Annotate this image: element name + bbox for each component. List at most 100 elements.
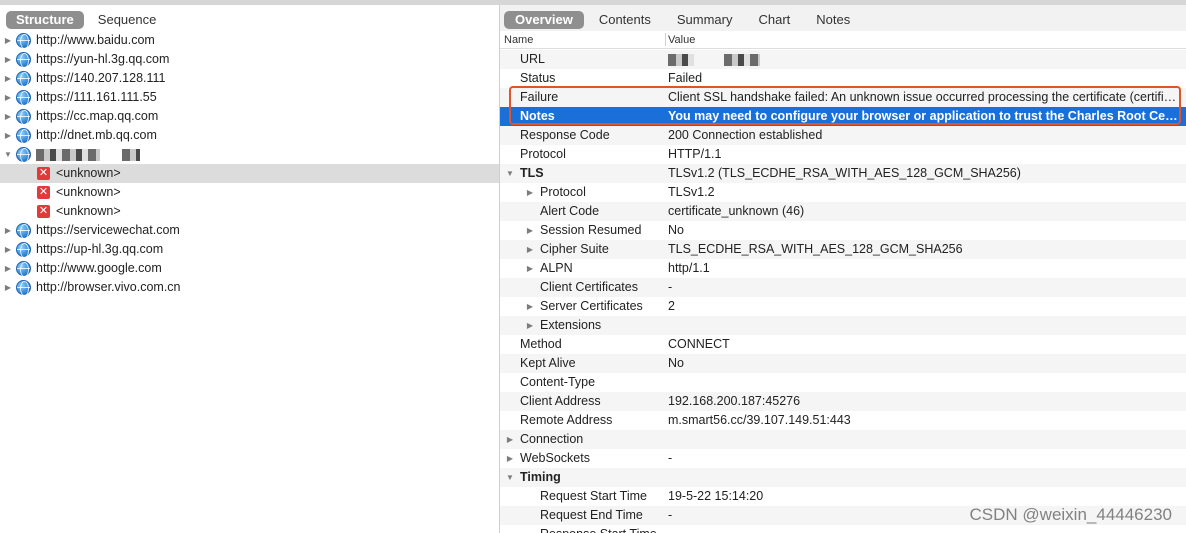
property-row[interactable]: URL	[500, 50, 1186, 69]
property-row[interactable]: ▶ Cipher Suite TLS_ECDHE_RSA_WITH_AES_128_…	[500, 240, 1186, 259]
property-name-cell: Client Certificates	[500, 278, 668, 297]
property-value: http/1.1	[668, 261, 710, 275]
redacted-host-label	[122, 148, 140, 161]
tab-summary[interactable]: Summary	[666, 11, 744, 29]
disclosure-open-icon[interactable]: ▼	[2, 145, 14, 164]
column-value-header[interactable]: Value	[668, 34, 695, 46]
disclosure-closed-icon[interactable]: ▶	[2, 31, 14, 50]
property-name: Extensions	[540, 318, 602, 332]
tab-chart[interactable]: Chart	[748, 11, 802, 29]
globe-icon	[16, 52, 31, 68]
property-row[interactable]: Alert Code certificate_unknown (46)	[500, 202, 1186, 221]
property-name: Timing	[520, 470, 561, 484]
request-label: <unknown>	[56, 166, 121, 180]
host-label: http://www.baidu.com	[36, 33, 155, 47]
property-row[interactable]: ▶ WebSockets -	[500, 449, 1186, 468]
property-value: No	[668, 356, 684, 370]
property-row[interactable]: Client Address 192.168.200.187:45276	[500, 392, 1186, 411]
property-row[interactable]: Status Failed	[500, 69, 1186, 88]
property-name: Request End Time	[540, 508, 643, 522]
disclosure-closed-icon[interactable]: ▶	[2, 240, 14, 259]
tab-contents[interactable]: Contents	[588, 11, 662, 29]
tab-notes[interactable]: Notes	[805, 11, 861, 29]
host-row[interactable]: ▶ https://111.161.111.55	[0, 88, 499, 107]
disclosure-closed-icon[interactable]: ▶	[2, 221, 14, 240]
property-row[interactable]: ▶ Server Certificates 2	[500, 297, 1186, 316]
host-row[interactable]: ▶ http://www.google.com	[0, 259, 499, 278]
request-row[interactable]: ✕ <unknown>	[0, 183, 499, 202]
tab-structure[interactable]: Structure	[6, 11, 84, 29]
property-value: TLSv1.2 (TLS_ECDHE_RSA_WITH_AES_128_GCM_…	[668, 166, 1021, 180]
property-value	[668, 50, 1186, 69]
property-row[interactable]: Request Start Time 19-5-22 15:14:20	[500, 487, 1186, 506]
property-row[interactable]: ▼ TLS TLSv1.2 (TLS_ECDHE_RSA_WITH_AES_128_…	[500, 164, 1186, 183]
property-row[interactable]: Content-Type	[500, 373, 1186, 392]
disclosure-closed-icon[interactable]: ▶	[525, 316, 535, 335]
disclosure-closed-icon[interactable]: ▶	[2, 69, 14, 88]
host-label: https://140.207.128.111	[36, 71, 166, 85]
property-row[interactable]: Response Start Time -	[500, 525, 1186, 533]
property-row[interactable]: ▶ Protocol TLSv1.2	[500, 183, 1186, 202]
disclosure-closed-icon[interactable]: ▶	[505, 449, 515, 468]
disclosure-closed-icon[interactable]: ▶	[2, 107, 14, 126]
property-name: Notes	[520, 109, 555, 123]
property-value: 200 Connection established	[668, 128, 823, 142]
property-row[interactable]: Method CONNECT	[500, 335, 1186, 354]
property-value: Client SSL handshake failed: An unknown …	[668, 90, 1186, 104]
disclosure-closed-icon[interactable]: ▶	[525, 240, 535, 259]
error-icon: ✕	[37, 186, 50, 199]
host-row[interactable]: ▶ http://dnet.mb.qq.com	[0, 126, 499, 145]
property-row[interactable]: ▼ Timing	[500, 468, 1186, 487]
host-row[interactable]: ▶ https://servicewechat.com	[0, 221, 499, 240]
host-row[interactable]: ▶ https://140.207.128.111	[0, 69, 499, 88]
disclosure-closed-icon[interactable]: ▶	[2, 259, 14, 278]
host-row[interactable]: ▶ http://browser.vivo.com.cn	[0, 278, 499, 297]
request-row[interactable]: ✕ <unknown>	[0, 202, 499, 221]
property-name-cell: ▶ Cipher Suite	[500, 240, 668, 259]
property-row[interactable]: Client Certificates -	[500, 278, 1186, 297]
column-separator[interactable]	[665, 33, 666, 46]
host-row[interactable]: ▶ https://cc.map.qq.com	[0, 107, 499, 126]
disclosure-closed-icon[interactable]: ▶	[2, 88, 14, 107]
host-row[interactable]: ▶ http://www.baidu.com	[0, 31, 499, 50]
property-row[interactable]: Protocol HTTP/1.1	[500, 145, 1186, 164]
tab-sequence[interactable]: Sequence	[88, 11, 167, 29]
disclosure-closed-icon[interactable]: ▶	[2, 126, 14, 145]
property-value: m.smart56.cc/39.107.149.51:443	[668, 413, 851, 427]
disclosure-closed-icon[interactable]: ▶	[505, 430, 515, 449]
property-row[interactable]: ▶ Connection	[500, 430, 1186, 449]
property-row[interactable]: Failure Client SSL handshake failed: An u…	[500, 88, 1186, 107]
property-name-cell: ▶ WebSockets	[500, 449, 668, 468]
disclosure-closed-icon[interactable]: ▶	[2, 278, 14, 297]
column-name-header[interactable]: Name	[504, 34, 533, 46]
error-icon: ✕	[37, 205, 50, 218]
tab-overview[interactable]: Overview	[504, 11, 584, 29]
property-row[interactable]: Remote Address m.smart56.cc/39.107.149.51…	[500, 411, 1186, 430]
disclosure-closed-icon[interactable]: ▶	[525, 259, 535, 278]
property-name-cell: Response Code	[500, 126, 668, 145]
property-row[interactable]: Kept Alive No	[500, 354, 1186, 373]
disclosure-open-icon[interactable]: ▼	[505, 468, 515, 487]
property-row[interactable]: Response Code 200 Connection established	[500, 126, 1186, 145]
host-row[interactable]: ▼	[0, 145, 499, 164]
host-row[interactable]: ▶ https://up-hl.3g.qq.com	[0, 240, 499, 259]
disclosure-closed-icon[interactable]: ▶	[2, 50, 14, 69]
request-row[interactable]: ✕ <unknown>	[0, 164, 499, 183]
property-row[interactable]: ▶ ALPN http/1.1	[500, 259, 1186, 278]
property-row[interactable]: ▶ Extensions	[500, 316, 1186, 335]
property-name: ALPN	[540, 261, 573, 275]
disclosure-closed-icon[interactable]: ▶	[525, 297, 535, 316]
property-name-cell: Failure	[500, 88, 668, 107]
globe-icon	[16, 33, 31, 49]
detail-pane: Overview Contents Summary Chart Notes Name V…	[500, 5, 1186, 533]
disclosure-closed-icon[interactable]: ▶	[525, 183, 535, 202]
property-name-cell: Request End Time	[500, 506, 668, 525]
host-row[interactable]: ▶ https://yun-hl.3g.qq.com	[0, 50, 499, 69]
disclosure-open-icon[interactable]: ▼	[505, 164, 515, 183]
host-tree[interactable]: ▶ http://www.baidu.com ▶ https://yun-hl.3g.…	[0, 31, 499, 297]
disclosure-closed-icon[interactable]: ▶	[525, 221, 535, 240]
property-row[interactable]: Notes You may need to configure your brow…	[500, 107, 1186, 126]
property-row[interactable]: ▶ Session Resumed No	[500, 221, 1186, 240]
property-name: Connection	[520, 432, 584, 446]
property-value: certificate_unknown (46)	[668, 204, 805, 218]
